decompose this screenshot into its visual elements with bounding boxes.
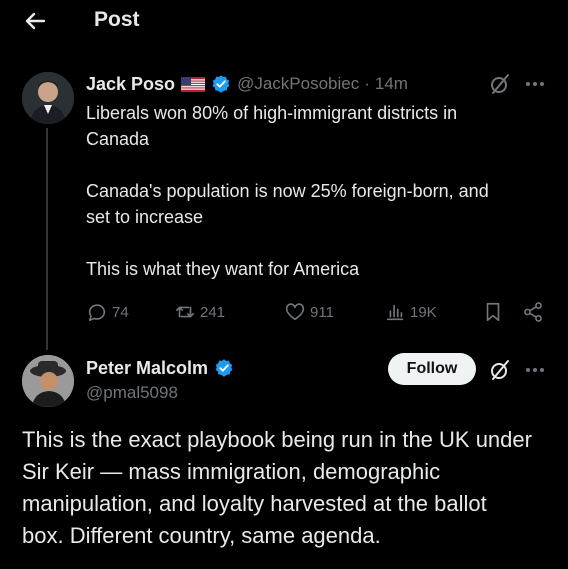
repost-button[interactable]: 241 — [174, 300, 225, 324]
avatar[interactable] — [22, 72, 74, 124]
repost-icon — [175, 306, 195, 318]
tweet-text-line: Canada's population is now 25% foreign-b… — [86, 181, 489, 201]
tweet-actions: 74 241 911 19K — [86, 300, 548, 324]
views-chart-icon — [386, 304, 404, 321]
thread-line — [46, 128, 48, 350]
more-options-icon[interactable] — [524, 364, 546, 376]
reply-author-row: Peter Malcolm — [86, 356, 234, 380]
repost-count: 241 — [200, 303, 226, 321]
author-display-name[interactable]: Peter Malcolm — [86, 358, 208, 379]
separator-dot: · — [364, 74, 370, 93]
views-count: 19K — [410, 303, 437, 321]
tweet-text-line: This is what they want for America — [86, 259, 360, 279]
bookmark-icon — [486, 302, 500, 322]
follow-button[interactable]: Follow — [388, 353, 476, 385]
grok-icon[interactable] — [488, 72, 512, 96]
reply-text-line: This is the exact playbook being run in … — [22, 427, 532, 452]
views-button[interactable]: 19K — [384, 300, 437, 324]
share-icon — [524, 302, 542, 322]
like-button[interactable]: 911 — [284, 300, 334, 324]
tweet-text-line: Canada — [86, 129, 150, 149]
reply-text-line: box. Different country, same agenda. — [22, 523, 381, 548]
heart-icon — [285, 303, 305, 321]
verified-badge-icon — [215, 359, 233, 377]
verified-badge-icon — [212, 75, 230, 93]
bookmark-button[interactable] — [482, 300, 504, 324]
reply-count: 74 — [112, 303, 129, 321]
us-flag-icon — [181, 76, 206, 92]
tweet-text-line: set to increase — [86, 207, 204, 227]
reply-text-line: Sir Keir — mass immigration, demographic — [22, 459, 441, 484]
timestamp[interactable]: 14m — [375, 74, 408, 94]
author-handle[interactable]: @JackPosobiec — [237, 74, 359, 94]
share-button[interactable] — [522, 300, 544, 324]
tweet-text-line: Liberals won 80% of high-immigrant distr… — [86, 103, 458, 123]
author-handle[interactable]: @pmal5098 — [86, 383, 178, 403]
more-options-icon[interactable] — [524, 78, 546, 90]
author-display-name[interactable]: Jack Poso — [86, 74, 175, 95]
back-arrow-icon[interactable] — [20, 6, 50, 36]
avatar[interactable] — [22, 355, 74, 407]
like-count: 911 — [310, 303, 334, 321]
page-title: Post — [94, 8, 140, 31]
reply-text-line: manipulation, and loyalty harvested at t… — [22, 491, 487, 516]
tweet-author-row: Jack Poso @JackPosobiec · 14m — [86, 72, 408, 96]
reply-icon — [88, 304, 106, 322]
post-page: Post Jack Poso @JackPosobiec · 14m Liber… — [0, 0, 568, 569]
reply-button[interactable]: 74 — [86, 300, 129, 324]
grok-icon[interactable] — [488, 358, 512, 382]
